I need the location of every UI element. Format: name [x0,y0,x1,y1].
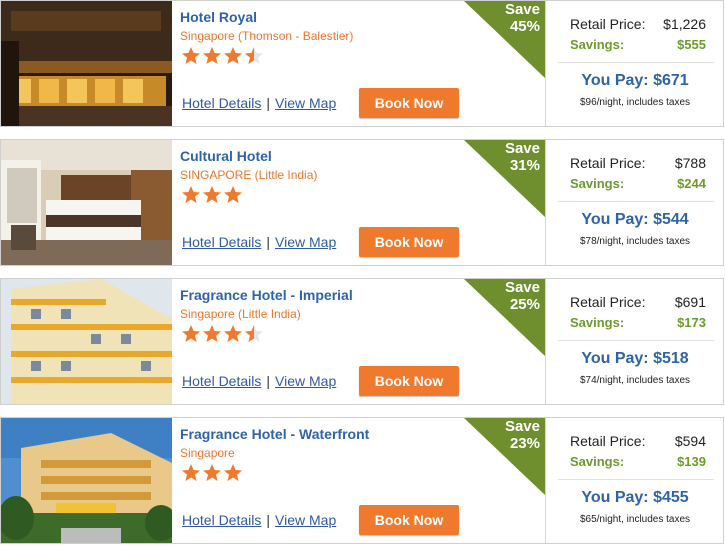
star-icon [182,186,200,203]
retail-price-value: $594 [674,433,706,449]
save-percent: 31% [509,157,540,174]
hotel-details-link[interactable]: Hotel Details [182,512,261,528]
you-pay-price: You Pay: $455 [581,489,689,506]
link-separator: | [266,234,271,250]
star-icon [224,47,242,64]
hotel-name-link[interactable]: Cultural Hotel [180,148,272,164]
savings-value: $244 [677,176,706,191]
view-map-link[interactable]: View Map [275,234,336,250]
hotel-links: Hotel Details | View Map [182,373,336,389]
hotel-photo[interactable] [1,279,172,404]
star-rating [181,186,244,206]
price-panel: Retail Price: $594 Savings: $139 You Pay: … [545,418,723,543]
savings-value: $173 [677,315,706,330]
savings-label: Savings: [570,37,625,52]
hotel-location: SINGAPORE (Little India) [180,168,318,182]
hotel-card: Cultural Hotel SINGAPORE (Little India) … [0,139,724,266]
hotel-card: Fragrance Hotel - Imperial Singapore (Li… [0,278,724,405]
price-divider [558,479,714,480]
save-percent: 25% [509,296,540,313]
save-label: Save [504,279,540,296]
retail-price-label: Retail Price: [570,433,646,449]
per-night-note: $78/night, includes taxes [579,236,691,247]
view-map-link[interactable]: View Map [275,373,336,389]
price-divider [558,201,714,202]
hotel-photo[interactable] [1,418,172,543]
retail-price-label: Retail Price: [570,16,646,32]
hotel-card: Fragrance Hotel - Waterfront Singapore H… [0,417,724,544]
hotel-photo[interactable] [1,1,172,126]
price-panel: Retail Price: $691 Savings: $173 You Pay: … [545,279,723,404]
star-icon [224,186,242,203]
link-separator: | [266,373,271,389]
star-rating [181,464,244,484]
price-divider [558,340,714,341]
you-pay-price: You Pay: $671 [581,72,689,89]
view-map-link[interactable]: View Map [275,95,336,111]
star-icon [203,325,221,342]
save-badge: Save 45% [464,1,545,78]
save-percent: 45% [509,18,540,35]
price-divider [558,62,714,63]
savings-value: $555 [677,37,706,52]
hotel-links: Hotel Details | View Map [182,512,336,528]
half-star-icon [245,47,263,64]
hotel-name-link[interactable]: Fragrance Hotel - Imperial [180,287,353,303]
star-icon [182,464,200,481]
hotel-name-link[interactable]: Hotel Royal [180,9,257,25]
hotel-name-link[interactable]: Fragrance Hotel - Waterfront [180,426,369,442]
star-icon [203,464,221,481]
savings-label: Savings: [570,315,625,330]
star-icon [224,464,242,481]
per-night-note: $96/night, includes taxes [579,97,691,108]
retail-price-value: $1,226 [663,16,706,32]
hotel-card: Hotel Royal Singapore (Thomson - Balesti… [0,0,724,127]
retail-price-label: Retail Price: [570,294,646,310]
star-icon [224,325,242,342]
hotel-location: Singapore (Little India) [180,307,301,321]
save-badge: Save 23% [464,418,545,495]
view-map-link[interactable]: View Map [275,512,336,528]
link-separator: | [266,512,271,528]
book-now-button[interactable]: Book Now [359,88,459,118]
hotel-photo[interactable] [1,140,172,265]
price-panel: Retail Price: $788 Savings: $244 You Pay: … [545,140,723,265]
retail-price-label: Retail Price: [570,155,646,171]
save-percent: 23% [509,435,540,452]
book-now-button[interactable]: Book Now [359,505,459,535]
hotel-links: Hotel Details | View Map [182,234,336,250]
save-badge: Save 31% [464,140,545,217]
save-label: Save [504,1,540,18]
hotel-links: Hotel Details | View Map [182,95,336,111]
price-panel: Retail Price: $1,226 Savings: $555 You Pay… [545,1,723,126]
you-pay-price: You Pay: $544 [581,211,689,228]
per-night-note: $74/night, includes taxes [579,375,691,386]
savings-label: Savings: [570,454,625,469]
book-now-button[interactable]: Book Now [359,366,459,396]
star-rating [181,47,265,67]
star-icon [203,47,221,64]
retail-price-value: $691 [674,294,706,310]
savings-value: $139 [677,454,706,469]
save-label: Save [504,140,540,157]
link-separator: | [266,95,271,111]
star-icon [203,186,221,203]
hotel-details-link[interactable]: Hotel Details [182,95,261,111]
book-now-button[interactable]: Book Now [359,227,459,257]
hotel-details-link[interactable]: Hotel Details [182,234,261,250]
star-rating [181,325,265,345]
star-icon [182,47,200,64]
hotel-location: Singapore [180,446,235,460]
hotel-location: Singapore (Thomson - Balestier) [180,29,354,43]
save-label: Save [504,418,540,435]
per-night-note: $65/night, includes taxes [579,514,691,525]
half-star-icon [245,325,263,342]
retail-price-value: $788 [674,155,706,171]
hotel-details-link[interactable]: Hotel Details [182,373,261,389]
star-icon [182,325,200,342]
you-pay-price: You Pay: $518 [581,350,689,367]
savings-label: Savings: [570,176,625,191]
save-badge: Save 25% [464,279,545,356]
